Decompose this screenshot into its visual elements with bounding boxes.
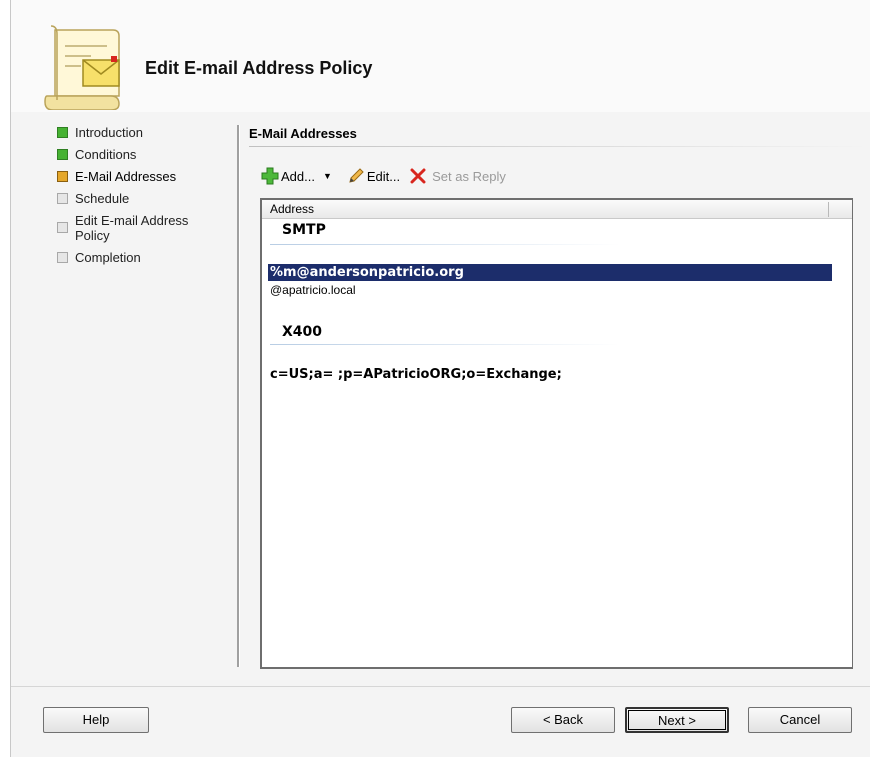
wizard-header: Edit E-mail Address Policy (11, 0, 870, 112)
set-as-reply-label: Set as Reply (432, 168, 506, 184)
step-label: Introduction (75, 125, 143, 140)
step-introduction: Introduction (53, 125, 243, 140)
chevron-down-icon[interactable]: ▼ (323, 171, 332, 181)
add-button[interactable]: Add... ▼ (261, 167, 338, 185)
sidebar-divider (237, 125, 240, 667)
section-title: E-Mail Addresses (249, 126, 357, 141)
column-header-address[interactable]: Address (262, 200, 852, 219)
step-label: Completion (75, 250, 141, 265)
add-label: Add... (281, 168, 315, 184)
address-row[interactable]: @apatricio.local (268, 282, 832, 299)
scroll-mail-icon (44, 25, 120, 110)
address-list[interactable]: Address SMTP %m@andersonpatricio.org @ap… (260, 198, 853, 669)
column-separator[interactable] (828, 202, 829, 217)
address-row[interactable]: %m@andersonpatricio.org (268, 264, 832, 281)
edit-label: Edit... (366, 168, 401, 184)
edit-button[interactable]: Edit... (348, 168, 400, 184)
step-label: E-Mail Addresses (75, 169, 177, 184)
step-label: Conditions (75, 147, 137, 162)
column-header-label: Address (270, 202, 315, 216)
step-edit-policy: Edit E-mail Address Policy (53, 213, 205, 243)
back-button[interactable]: < Back (511, 707, 615, 733)
next-button[interactable]: Next > (625, 707, 729, 733)
step-pending-icon (57, 252, 68, 263)
step-completion: Completion (53, 250, 243, 265)
step-schedule: Schedule (53, 191, 243, 206)
step-label: Edit E-mail Address Policy (75, 213, 189, 243)
page-title: Edit E-mail Address Policy (145, 58, 373, 78)
step-conditions: Conditions (53, 147, 243, 162)
green-plus-icon (261, 167, 279, 185)
red-x-icon (410, 168, 426, 184)
set-as-reply-button[interactable]: Set as Reply (410, 168, 506, 184)
group-divider (270, 244, 620, 245)
wizard-steps: Introduction Conditions E-Mail Addresses… (53, 125, 243, 272)
step-email-addresses: E-Mail Addresses (53, 169, 243, 184)
step-pending-icon (57, 193, 68, 204)
step-complete-icon (57, 149, 68, 160)
help-button[interactable]: Help (43, 707, 149, 733)
step-complete-icon (57, 127, 68, 138)
step-current-icon (57, 171, 68, 182)
wizard-window: Edit E-mail Address Policy Introduction … (10, 0, 870, 757)
footer-divider (11, 686, 870, 687)
section-divider (249, 146, 869, 147)
pencil-icon (349, 168, 364, 183)
cancel-button[interactable]: Cancel (748, 707, 852, 733)
address-toolbar: Add... ▼ Edit... Set as Reply (261, 165, 516, 187)
step-pending-icon (57, 222, 68, 233)
address-row[interactable]: c=US;a= ;p=APatricioORG;o=Exchange; (268, 366, 832, 383)
group-header-x400: X400 (282, 324, 323, 340)
step-label: Schedule (75, 191, 130, 206)
group-divider (270, 344, 620, 345)
group-header-smtp: SMTP (282, 222, 326, 238)
